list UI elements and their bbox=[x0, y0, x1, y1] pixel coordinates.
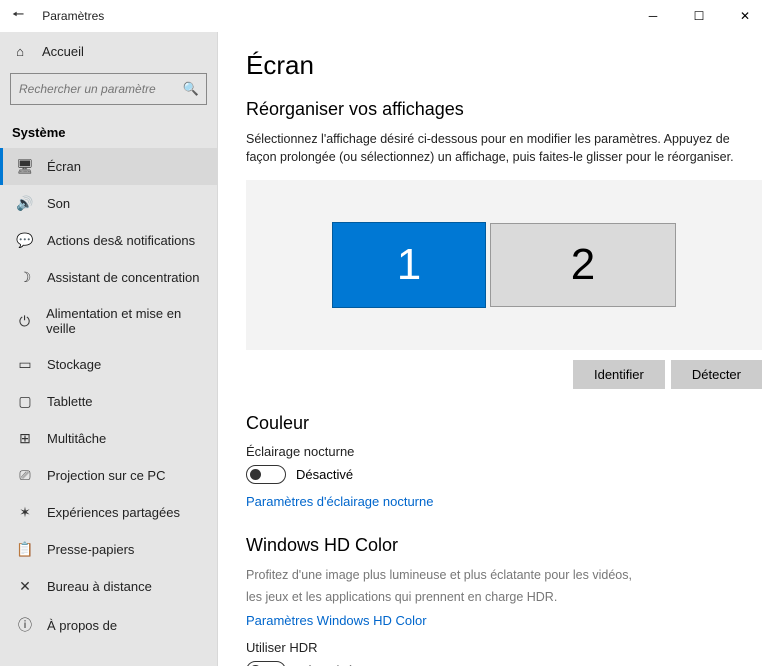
sidebar-item-clipboard[interactable]: 📋 Presse-papiers bbox=[0, 531, 217, 568]
sidebar-item-shared[interactable]: ✶ Expériences partagées bbox=[0, 494, 217, 531]
hdr-status: Désactivé bbox=[296, 663, 353, 666]
sidebar-item-label: À propos de bbox=[47, 618, 117, 633]
hdr-toggle[interactable] bbox=[246, 661, 286, 666]
page-title: Écran bbox=[246, 50, 762, 81]
monitor-2[interactable]: 2 bbox=[490, 223, 676, 307]
hdcolor-settings-link[interactable]: Paramètres Windows HD Color bbox=[246, 613, 427, 628]
hdr-label: Utiliser HDR bbox=[246, 640, 762, 655]
search-input[interactable] bbox=[10, 73, 207, 105]
hdcolor-desc1: Profitez d'une image plus lumineuse et p… bbox=[246, 566, 762, 584]
shared-icon: ✶ bbox=[17, 504, 33, 521]
power-icon: ⏻ bbox=[17, 313, 32, 330]
info-icon: ⓘ bbox=[17, 615, 33, 635]
nightlight-toggle[interactable] bbox=[246, 465, 286, 484]
remote-icon: ✕ bbox=[17, 578, 33, 595]
sidebar-item-label: Son bbox=[47, 196, 70, 211]
sidebar-item-multitasking[interactable]: ⊞ Multitâche bbox=[0, 420, 217, 457]
notifications-icon: 💬 bbox=[17, 232, 33, 249]
nightlight-label: Éclairage nocturne bbox=[246, 444, 762, 459]
sidebar-item-label: Alimentation et mise en veille bbox=[46, 306, 205, 336]
sidebar-item-label: Multitâche bbox=[47, 431, 106, 446]
nightlight-status: Désactivé bbox=[296, 467, 353, 482]
sidebar-item-ecran[interactable]: 🖥 Écran bbox=[0, 148, 217, 185]
sidebar-item-focus-assist[interactable]: ☽ Assistant de concentration bbox=[0, 259, 217, 296]
sidebar-item-label: Assistant de concentration bbox=[47, 270, 199, 285]
color-heading: Couleur bbox=[246, 413, 762, 434]
sidebar-item-label: Tablette bbox=[47, 394, 93, 409]
sidebar-item-remote-desktop[interactable]: ✕ Bureau à distance bbox=[0, 568, 217, 605]
rearrange-desc: Sélectionnez l'affichage désiré ci-desso… bbox=[246, 130, 746, 166]
detect-button[interactable]: Détecter bbox=[671, 360, 762, 389]
window-title: Paramètres bbox=[42, 9, 104, 23]
home-icon: ⌂ bbox=[12, 44, 28, 59]
sidebar-item-label: Stockage bbox=[47, 357, 101, 372]
identify-button[interactable]: Identifier bbox=[573, 360, 665, 389]
main-content: Écran Réorganiser vos affichages Sélecti… bbox=[218, 32, 768, 666]
sidebar-item-about[interactable]: ⓘ À propos de bbox=[0, 605, 217, 645]
sidebar-item-power[interactable]: ⏻ Alimentation et mise en veille bbox=[0, 296, 217, 346]
clipboard-icon: 📋 bbox=[17, 541, 33, 558]
tablet-icon: ▢ bbox=[17, 393, 33, 410]
sidebar-item-label: Projection sur ce PC bbox=[47, 468, 166, 483]
sidebar-item-label: Écran bbox=[47, 159, 81, 174]
sidebar-item-label: Bureau à distance bbox=[47, 579, 152, 594]
maximize-button[interactable]: ☐ bbox=[676, 0, 722, 32]
hdcolor-heading: Windows HD Color bbox=[246, 535, 762, 556]
sidebar: ⌂ Accueil 🔍 Système 🖥 Écran 🔊 Son 💬 Acti… bbox=[0, 32, 218, 666]
close-button[interactable]: ✕ bbox=[722, 0, 768, 32]
sidebar-item-label: Presse-papiers bbox=[47, 542, 134, 557]
back-button[interactable]: 🠔 bbox=[8, 4, 28, 28]
category-heading: Système bbox=[0, 115, 217, 148]
minimize-button[interactable]: ─ bbox=[630, 0, 676, 32]
sidebar-item-tablet[interactable]: ▢ Tablette bbox=[0, 383, 217, 420]
sidebar-item-son[interactable]: 🔊 Son bbox=[0, 185, 217, 222]
moon-icon: ☽ bbox=[17, 269, 33, 286]
display-icon: 🖥 bbox=[17, 158, 33, 175]
home-link[interactable]: ⌂ Accueil bbox=[0, 36, 217, 67]
sidebar-item-label: Expériences partagées bbox=[47, 505, 180, 520]
projection-icon: ⎚ bbox=[17, 467, 33, 484]
sidebar-item-notifications[interactable]: 💬 Actions des& notifications bbox=[0, 222, 217, 259]
display-arrangement-area[interactable]: 1 2 bbox=[246, 180, 762, 350]
sound-icon: 🔊 bbox=[17, 195, 33, 212]
hdcolor-desc2: les jeux et les applications qui prennen… bbox=[246, 588, 762, 606]
storage-icon: ▭ bbox=[17, 356, 33, 373]
sidebar-item-projection[interactable]: ⎚ Projection sur ce PC bbox=[0, 457, 217, 494]
multitask-icon: ⊞ bbox=[17, 430, 33, 447]
search-icon: 🔍 bbox=[183, 81, 199, 97]
nightlight-settings-link[interactable]: Paramètres d'éclairage nocturne bbox=[246, 494, 433, 509]
rearrange-heading: Réorganiser vos affichages bbox=[246, 99, 762, 120]
home-label: Accueil bbox=[42, 44, 84, 59]
sidebar-item-storage[interactable]: ▭ Stockage bbox=[0, 346, 217, 383]
titlebar: 🠔 Paramètres ─ ☐ ✕ bbox=[0, 0, 768, 32]
monitor-1[interactable]: 1 bbox=[332, 222, 486, 308]
sidebar-item-label: Actions des& notifications bbox=[47, 233, 195, 248]
